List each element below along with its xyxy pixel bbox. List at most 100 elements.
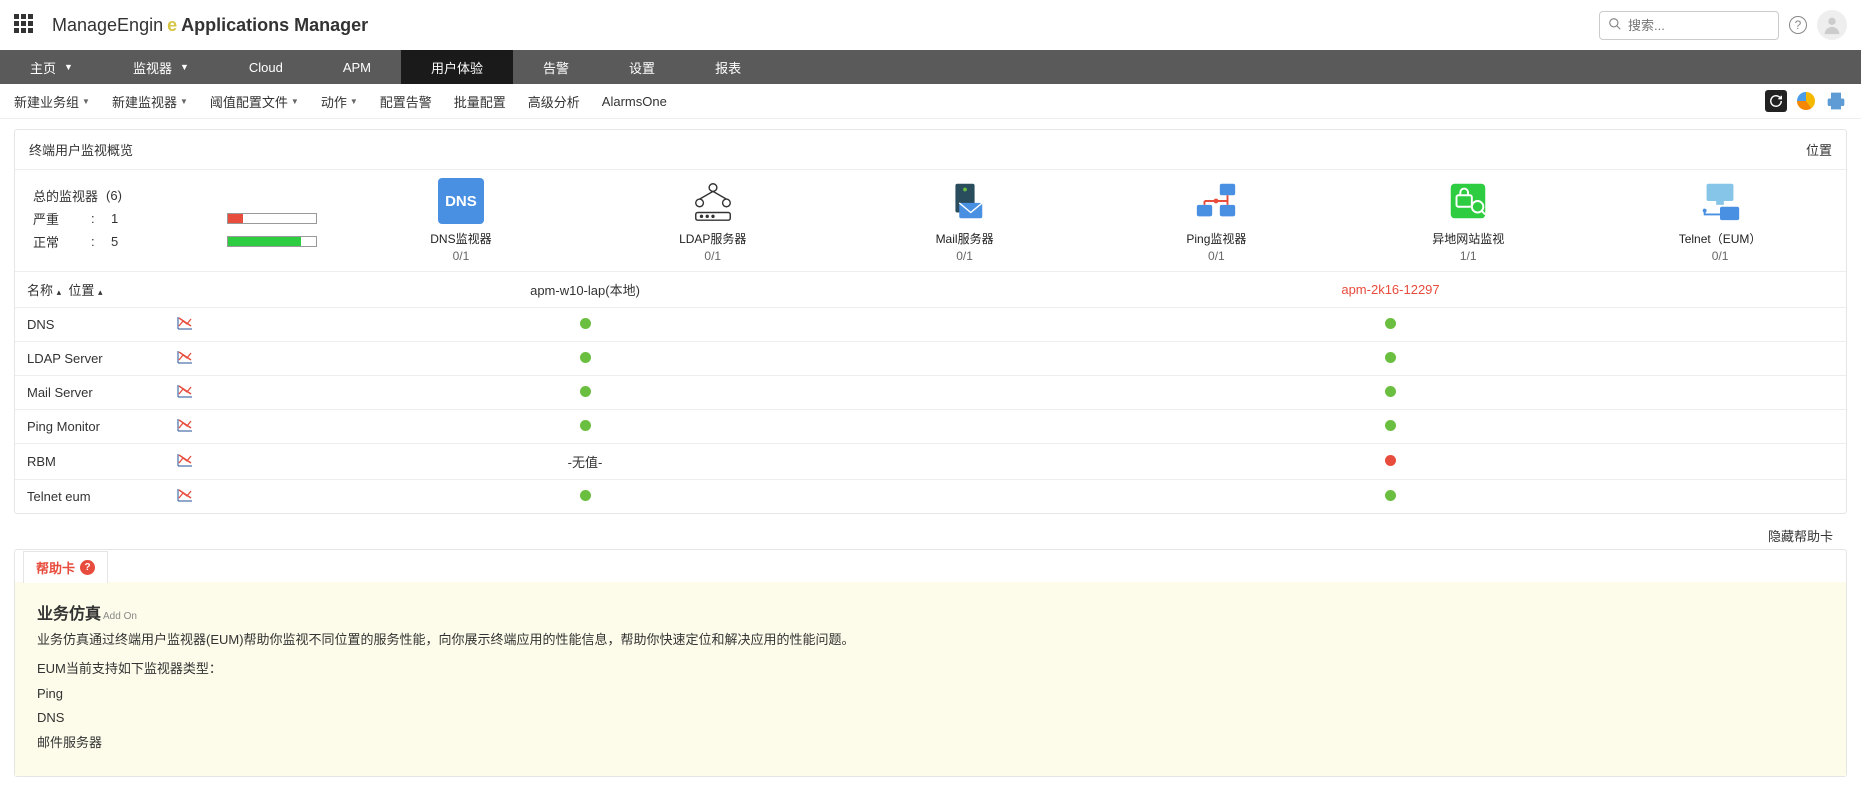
user-avatar[interactable]	[1817, 10, 1847, 40]
caret-down-icon: ▼	[180, 97, 188, 106]
panel-title: 终端用户监视概览	[29, 140, 133, 159]
chart-icon[interactable]	[177, 488, 193, 502]
caret-down-icon: ▼	[64, 62, 73, 72]
sort-arrow-icon: ▴	[57, 287, 62, 297]
nav-item-6[interactable]: 设置	[599, 50, 685, 84]
search-input[interactable]	[1628, 18, 1770, 33]
refresh-icon[interactable]	[1765, 90, 1787, 112]
help-title: 业务仿真Add On	[37, 600, 1824, 624]
normal-label: 正常	[33, 232, 83, 251]
monitor-card-rbm[interactable]: 异地网站监视 1/1	[1342, 170, 1594, 271]
th-loc[interactable]: 位置	[68, 283, 94, 298]
monitor-table: 名称 ▴ 位置 ▴ apm-w10-lap(本地) apm-2k16-12297…	[15, 271, 1846, 513]
th-name[interactable]: 名称	[27, 283, 53, 298]
th-location-1[interactable]: apm-w10-lap(本地)	[235, 272, 935, 308]
monitor-card-label: 异地网站监视	[1346, 230, 1590, 247]
hide-help-link[interactable]: 隐藏帮助卡	[14, 522, 1847, 549]
table-row[interactable]: Mail Server	[15, 376, 1846, 410]
row-name: LDAP Server	[15, 342, 165, 376]
row-name: Telnet eum	[15, 480, 165, 514]
status-dot-green	[580, 420, 591, 431]
status-dot-green	[580, 318, 591, 329]
status-dot-green	[1385, 420, 1396, 431]
monitor-card-count: 0/1	[843, 249, 1087, 263]
monitor-card-ping[interactable]: Ping监视器0/1	[1090, 170, 1342, 271]
help-list-item: 邮件服务器	[37, 733, 1824, 754]
subnav-item-4[interactable]: 配置告警	[380, 92, 432, 111]
apps-grid-icon[interactable]	[14, 14, 36, 36]
monitor-card-label: Telnet（EUM）	[1598, 230, 1842, 247]
status-dot-green	[1385, 490, 1396, 501]
th-location-2[interactable]: apm-2k16-12297	[1341, 282, 1439, 297]
subnav-item-1[interactable]: 新建监视器▼	[112, 92, 188, 111]
printer-icon[interactable]	[1825, 90, 1847, 112]
sub-nav: 新建业务组▼ 新建监视器▼ 阈值配置文件▼ 动作▼ 配置告警 批量配置 高级分析 Alarms…	[0, 84, 1861, 119]
summary-box: 总的监视器 (6) 严重 : 1 正常 : 5	[15, 170, 335, 271]
table-row[interactable]: DNS	[15, 308, 1846, 342]
subnav-item-7[interactable]: AlarmsOne	[602, 92, 667, 111]
brand-app-name: Applications Manager	[181, 15, 368, 36]
table-row[interactable]: Ping Monitor	[15, 410, 1846, 444]
help-tab[interactable]: 帮助卡 ?	[23, 551, 108, 583]
row-name: Mail Server	[15, 376, 165, 410]
nav-item-4[interactable]: 用户体验	[401, 50, 513, 84]
overview-panel: 终端用户监视概览 位置 总的监视器 (6) 严重 : 1 正常 :	[14, 129, 1847, 514]
monitor-card-count: 0/1	[339, 249, 583, 263]
help-list-item: Ping	[37, 684, 1824, 705]
monitor-card-telnet[interactable]: Telnet（EUM）0/1	[1594, 170, 1846, 271]
status-dot-green	[1385, 318, 1396, 329]
help-icon[interactable]: ?	[1789, 16, 1807, 34]
monitor-card-mail[interactable]: Mail服务器0/1	[839, 170, 1091, 271]
table-row[interactable]: RBM -无值-	[15, 444, 1846, 480]
top-header: ManageEngine Applications Manager ?	[0, 0, 1861, 50]
table-row[interactable]: LDAP Server	[15, 342, 1846, 376]
total-monitors-count: (6)	[106, 188, 122, 203]
help-card: 帮助卡 ? 业务仿真Add On 业务仿真通过终端用户监视器(EUM)帮助你监视…	[14, 549, 1847, 777]
nav-item-0[interactable]: 主页▼	[0, 50, 103, 84]
subnav-item-5[interactable]: 批量配置	[454, 92, 506, 111]
main-nav: 主页▼监视器▼CloudAPM用户体验告警设置报表	[0, 50, 1861, 84]
help-question-icon: ?	[80, 560, 95, 575]
normal-count: 5	[111, 234, 118, 249]
caret-down-icon: ▼	[350, 97, 358, 106]
row-name: Ping Monitor	[15, 410, 165, 444]
total-monitors-label: 总的监视器	[33, 186, 98, 205]
help-list-item: DNS	[37, 708, 1824, 729]
search-box[interactable]	[1599, 11, 1779, 40]
chart-icon[interactable]	[177, 418, 193, 432]
caret-down-icon: ▼	[82, 97, 90, 106]
help-p2: EUM当前支持如下监视器类型：	[37, 659, 1824, 680]
status-dot-green	[580, 386, 591, 397]
monitor-card-ldap[interactable]: LDAP服务器 0/1	[587, 170, 839, 271]
subnav-item-6[interactable]: 高级分析	[528, 92, 580, 111]
nav-item-3[interactable]: APM	[313, 50, 401, 84]
cell-text: -无值-	[568, 455, 603, 470]
chart-icon[interactable]	[177, 316, 193, 330]
table-row[interactable]: Telnet eum	[15, 480, 1846, 514]
row-name: RBM	[15, 444, 165, 480]
help-p1: 业务仿真通过终端用户监视器(EUM)帮助你监视不同位置的服务性能，向你展示终端应…	[37, 630, 1824, 651]
status-dot-red	[1385, 455, 1396, 466]
subnav-item-2[interactable]: 阈值配置文件▼	[210, 92, 299, 111]
brand-logo: ManageEngine Applications Manager	[52, 15, 368, 36]
nav-item-1[interactable]: 监视器▼	[103, 50, 219, 84]
chart-icon[interactable]	[177, 384, 193, 398]
subnav-item-0[interactable]: 新建业务组▼	[14, 92, 90, 111]
location-link[interactable]: 位置	[1806, 140, 1832, 159]
monitor-card-count: 0/1	[591, 249, 835, 263]
subnav-item-3[interactable]: 动作▼	[321, 92, 358, 111]
critical-bar	[227, 213, 317, 224]
chart-icon[interactable]	[177, 350, 193, 364]
caret-down-icon: ▼	[291, 97, 299, 106]
nav-item-5[interactable]: 告警	[513, 50, 599, 84]
critical-count: 1	[111, 211, 118, 226]
row-name: DNS	[15, 308, 165, 342]
nav-item-2[interactable]: Cloud	[219, 50, 313, 84]
monitor-card-dns[interactable]: DNSDNS监视器0/1	[335, 170, 587, 271]
chart-icon[interactable]	[177, 453, 193, 467]
monitor-card-count: 1/1	[1346, 249, 1590, 263]
monitor-card-label: LDAP服务器	[591, 230, 835, 247]
brand-text-1: ManageEngin	[52, 15, 163, 36]
pie-chart-icon[interactable]	[1795, 90, 1817, 112]
nav-item-7[interactable]: 报表	[685, 50, 771, 84]
